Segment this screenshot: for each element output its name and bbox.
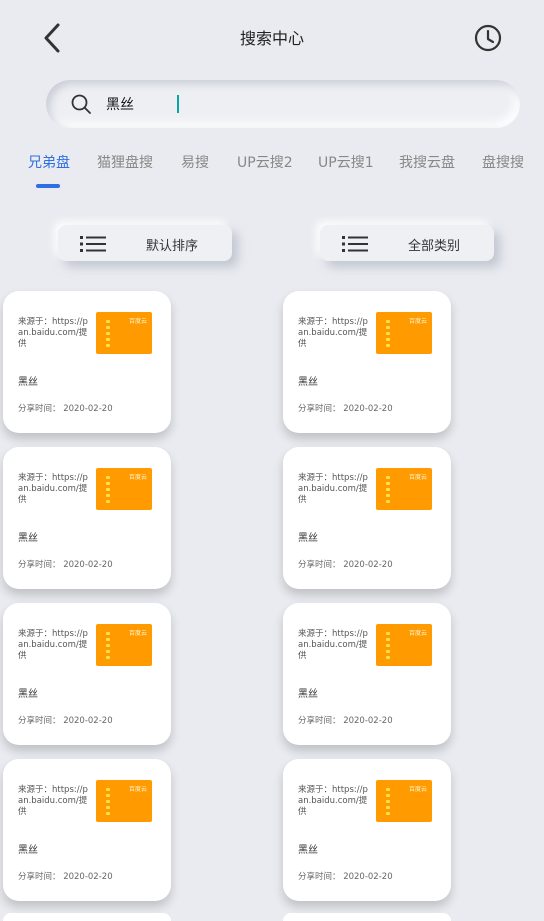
result-card[interactable]: 来源于：https://pan.baidu.com/提供 百度云 黑丝 分享时间… [283,759,451,901]
search-bar[interactable] [46,80,520,128]
result-source: 来源于：https://pan.baidu.com/提供 [18,785,88,817]
thumbnail-label: 百度云 [128,630,147,637]
tab-xiongdipan[interactable]: 兄弟盘 [28,152,70,172]
result-share-date: 分享时间： 2020-02-20 [298,560,393,570]
search-input[interactable] [106,92,486,116]
baidu-pan-thumbnail: 百度云 [376,312,432,354]
tab-wosouyunpan[interactable]: 我搜云盘 [399,152,455,172]
result-keyword: 黑丝 [18,689,38,700]
baidu-pan-thumbnail: 百度云 [96,468,152,510]
baidu-pan-thumbnail: 百度云 [376,468,432,510]
page-title: 搜索中心 [239,29,304,48]
baidu-pan-thumbnail: 百度云 [376,780,432,822]
search-center-screen: 搜索中心 兄弟盘 猫狸盘搜 易搜 UP云搜2 UP云搜1 我搜云盘 盘搜搜 默认… [0,0,544,921]
active-tab-indicator [36,184,60,188]
result-keyword: 黑丝 [298,377,318,388]
thumbnail-label: 百度云 [128,786,147,793]
tab-maolipansou[interactable]: 猫狸盘搜 [97,152,153,172]
list-icon [342,236,368,252]
result-share-date: 分享时间： 2020-02-20 [298,404,393,414]
result-card[interactable]: 来源于：https://pan.baidu.com/提供 百度云 黑丝 分享时间… [3,603,171,745]
baidu-pan-thumbnail: 百度云 [96,780,152,822]
result-source: 来源于：https://pan.baidu.com/提供 [298,629,368,661]
result-source: 来源于：https://pan.baidu.com/提供 [298,473,368,505]
result-keyword: 黑丝 [18,533,38,544]
result-keyword: 黑丝 [298,533,318,544]
history-button[interactable] [472,22,504,54]
source-tabs: 兄弟盘 猫狸盘搜 易搜 UP云搜2 UP云搜1 我搜云盘 盘搜搜 [0,152,544,192]
baidu-pan-thumbnail: 百度云 [96,624,152,666]
result-card[interactable]: 来源于：https://pan.baidu.com/提供 百度云 黑丝 分享时间… [3,759,171,901]
result-card-partial[interactable] [3,913,171,921]
clock-icon [474,24,502,52]
result-card[interactable]: 来源于：https://pan.baidu.com/提供 百度云 黑丝 分享时间… [283,447,451,589]
baidu-pan-thumbnail: 百度云 [96,312,152,354]
category-button[interactable]: 全部类别 [320,225,494,261]
thumbnail-label: 百度云 [408,474,427,481]
result-share-date: 分享时间： 2020-02-20 [298,872,393,882]
result-keyword: 黑丝 [298,689,318,700]
text-caret [177,95,179,113]
sort-label: 默认排序 [146,239,199,254]
tab-upyunsou2[interactable]: UP云搜2 [237,152,293,172]
tab-pansousou[interactable]: 盘搜搜 [482,152,524,172]
list-icon [80,236,106,252]
thumbnail-label: 百度云 [408,630,427,637]
result-source: 来源于：https://pan.baidu.com/提供 [18,317,88,349]
result-share-date: 分享时间： 2020-02-20 [18,872,113,882]
search-icon[interactable] [70,93,92,115]
result-share-date: 分享时间： 2020-02-20 [18,404,113,414]
result-source: 来源于：https://pan.baidu.com/提供 [298,317,368,349]
result-source: 来源于：https://pan.baidu.com/提供 [18,629,88,661]
result-share-date: 分享时间： 2020-02-20 [18,716,113,726]
result-card-partial[interactable] [283,913,451,921]
tab-yisou[interactable]: 易搜 [181,152,209,172]
result-keyword: 黑丝 [298,845,318,856]
baidu-pan-thumbnail: 百度云 [376,624,432,666]
result-card[interactable]: 来源于：https://pan.baidu.com/提供 百度云 黑丝 分享时间… [3,447,171,589]
result-keyword: 黑丝 [18,845,38,856]
thumbnail-label: 百度云 [408,786,427,793]
result-card[interactable]: 来源于：https://pan.baidu.com/提供 百度云 黑丝 分享时间… [283,603,451,745]
sort-button[interactable]: 默认排序 [58,225,232,261]
result-share-date: 分享时间： 2020-02-20 [18,560,113,570]
thumbnail-label: 百度云 [128,318,147,325]
thumbnail-label: 百度云 [408,318,427,325]
result-source: 来源于：https://pan.baidu.com/提供 [298,785,368,817]
tab-upyunsou1[interactable]: UP云搜1 [318,152,374,172]
result-keyword: 黑丝 [18,377,38,388]
result-share-date: 分享时间： 2020-02-20 [298,716,393,726]
category-label: 全部类别 [408,239,461,254]
result-source: 来源于：https://pan.baidu.com/提供 [18,473,88,505]
thumbnail-label: 百度云 [128,474,147,481]
result-card[interactable]: 来源于：https://pan.baidu.com/提供 百度云 黑丝 分享时间… [3,291,171,433]
result-card[interactable]: 来源于：https://pan.baidu.com/提供 百度云 黑丝 分享时间… [283,291,451,433]
